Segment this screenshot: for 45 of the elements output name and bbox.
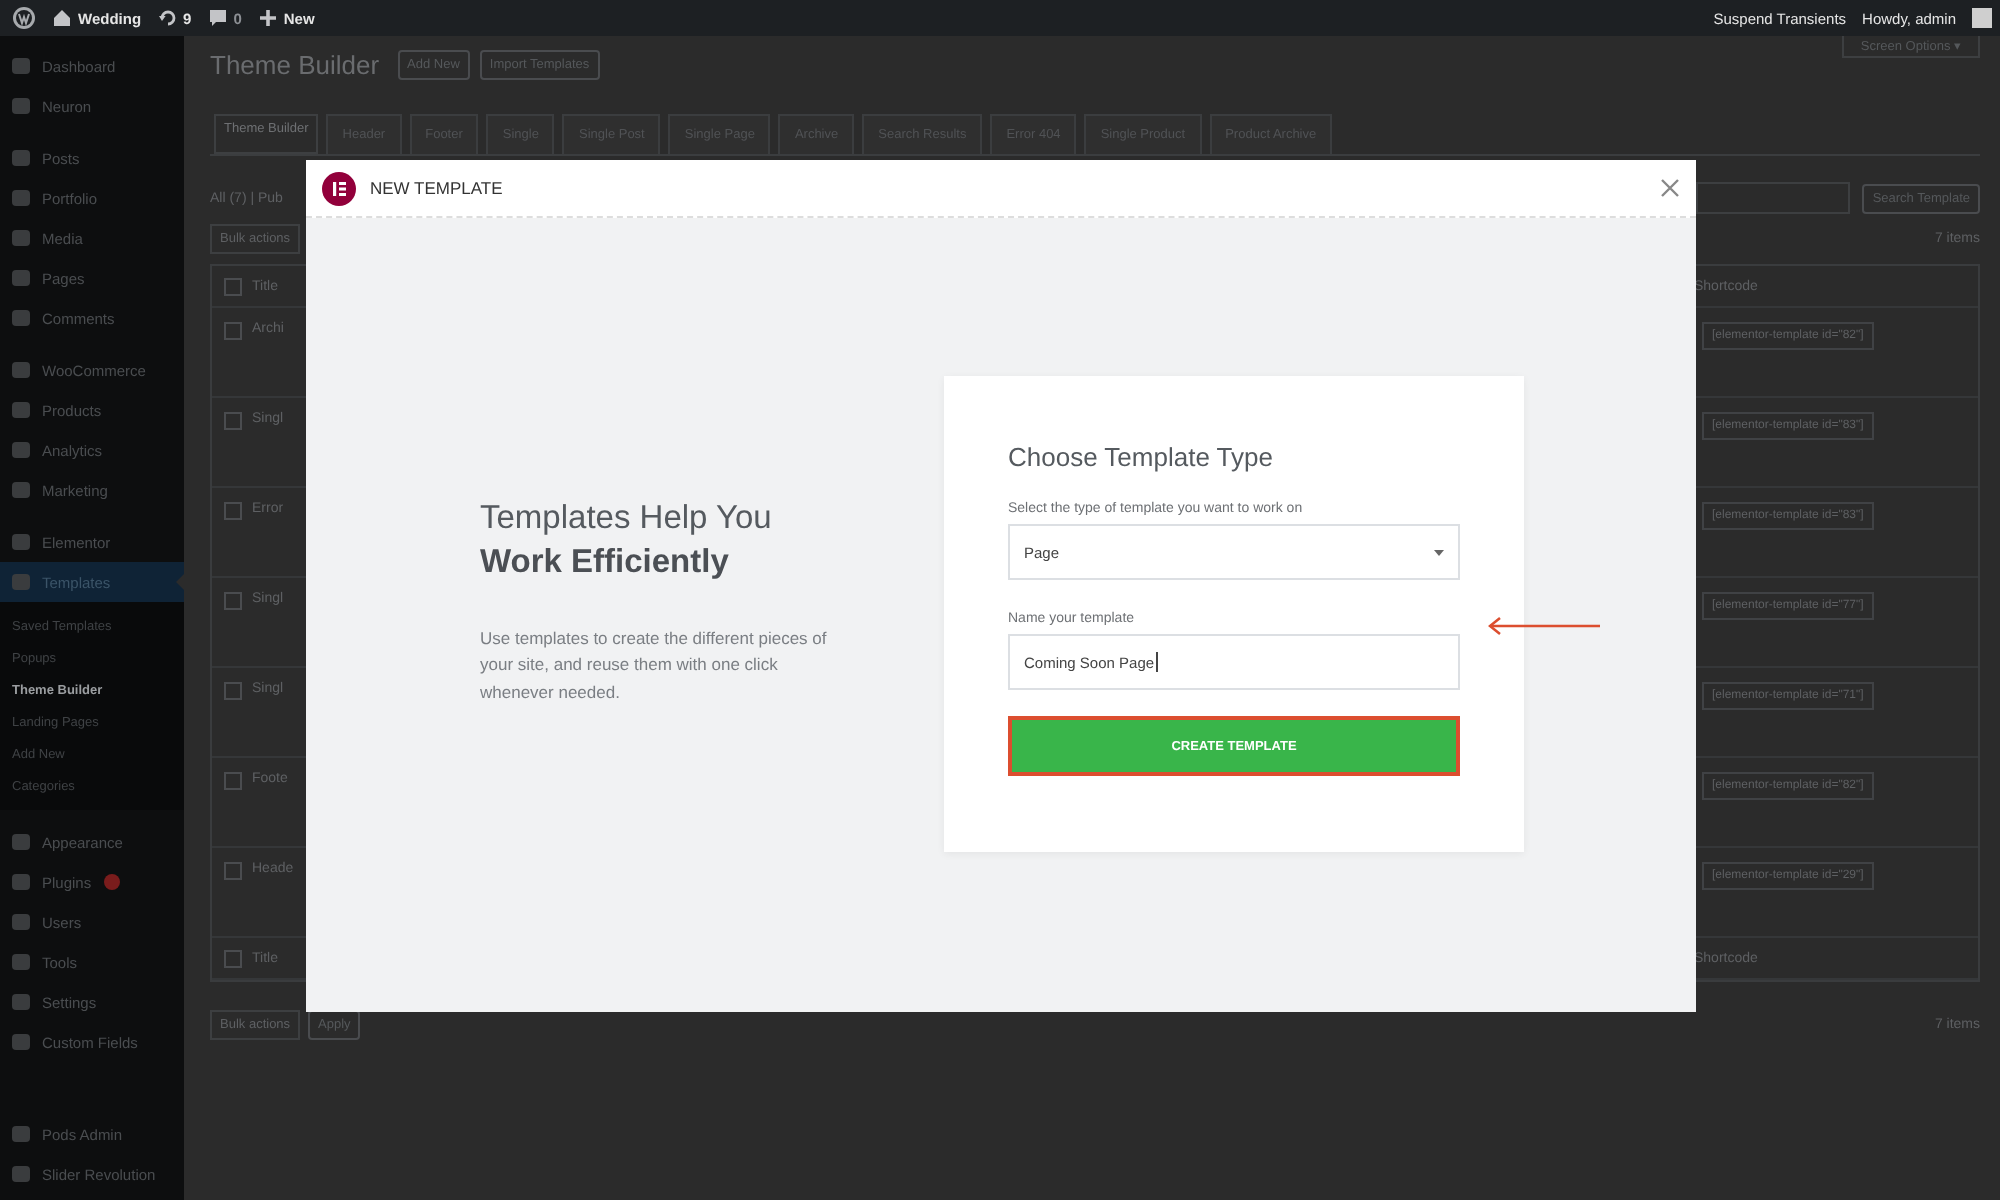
wordpress-logo-icon[interactable] [12, 6, 36, 30]
square-icon [12, 954, 30, 970]
square-icon [12, 98, 30, 114]
checkbox[interactable] [224, 949, 242, 967]
caret-icon [1434, 549, 1444, 555]
home-icon [52, 8, 72, 28]
checkbox[interactable] [224, 592, 242, 610]
checkbox[interactable] [224, 682, 242, 700]
square-icon [12, 834, 30, 850]
checkbox[interactable] [224, 502, 242, 520]
avatar-icon[interactable] [1972, 8, 1992, 28]
speech-bubble-icon [207, 8, 228, 28]
square-icon [12, 362, 30, 378]
search-field[interactable] [1696, 182, 1851, 214]
square-icon [12, 1034, 30, 1050]
square-icon [12, 534, 30, 550]
square-icon [12, 310, 30, 326]
form-title: Choose Template Type [1008, 442, 1275, 472]
square-icon [12, 574, 30, 590]
intro-heading: Work Efficiently [480, 542, 731, 585]
square-icon [12, 442, 30, 458]
elementor-logo-icon [322, 171, 356, 205]
page-title: Theme Builder [210, 49, 380, 79]
square-icon [12, 150, 30, 166]
square-icon [12, 914, 30, 930]
square-icon [12, 190, 30, 206]
modal-title: NEW TEMPLATE [370, 178, 505, 198]
checkbox[interactable] [224, 862, 242, 880]
square-icon [12, 402, 30, 418]
square-icon [12, 230, 30, 246]
square-icon [12, 270, 30, 286]
square-icon [12, 994, 30, 1010]
checkbox[interactable] [224, 277, 242, 295]
pointer-arrow [1488, 617, 1600, 635]
checkbox[interactable] [224, 772, 242, 790]
square-icon [12, 482, 30, 498]
checkbox[interactable] [224, 412, 242, 430]
intro-heading: Templates Help You [480, 498, 774, 540]
square-icon [12, 874, 30, 890]
close-icon[interactable] [1660, 178, 1680, 198]
intro-text: Use templates to create the different pieces of your site, and reuse them with one click whenever needed. [480, 625, 829, 706]
refresh-icon [157, 8, 178, 28]
plus-icon [257, 8, 278, 28]
checkbox[interactable] [224, 322, 242, 340]
square-icon [12, 58, 30, 74]
